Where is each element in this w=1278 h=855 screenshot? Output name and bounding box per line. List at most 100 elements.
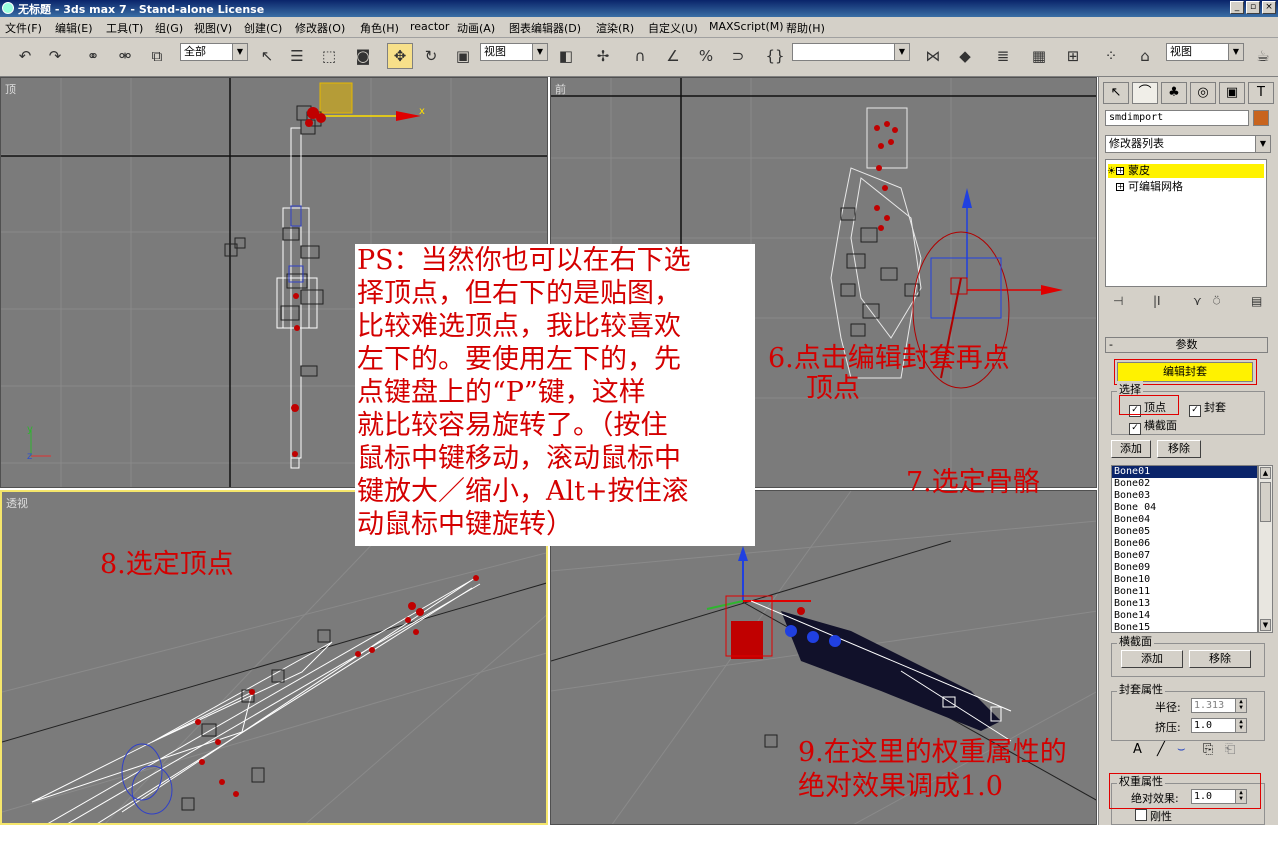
paste-icon[interactable]: ⎗	[1225, 742, 1235, 757]
reference-coord-dropdown[interactable]: 视图 ▼	[480, 43, 548, 61]
rect-selection-icon[interactable]: ⬚	[316, 43, 342, 69]
undo-icon[interactable]: ↶	[12, 43, 38, 69]
list-item[interactable]: Bone10	[1112, 574, 1257, 586]
object-name-field[interactable]: smdimport	[1105, 110, 1249, 126]
percent-snap-icon[interactable]: %	[693, 43, 719, 69]
render-view-dropdown[interactable]: 视图 ▼	[1166, 43, 1244, 61]
menu-tools[interactable]: 工具(T)	[106, 20, 143, 36]
spinner-arrows-icon[interactable]: ▲ ▼	[1235, 719, 1246, 732]
menu-help[interactable]: 帮助(H)	[786, 20, 825, 36]
copy-icon[interactable]: ⎘	[1203, 742, 1213, 757]
layer-manager-icon[interactable]: ≣	[990, 43, 1016, 69]
list-item[interactable]: Bone 04	[1112, 502, 1257, 514]
menu-rendering[interactable]: 渲染(R)	[596, 20, 634, 36]
viewport-label-top[interactable]: 顶	[5, 81, 16, 97]
redo-icon[interactable]: ↷	[42, 43, 68, 69]
squash-spinner[interactable]: 1.0 ▲ ▼	[1191, 718, 1247, 733]
rigid-checkbox[interactable]: 刚性	[1135, 808, 1172, 824]
pivot-center-icon[interactable]: ◧	[553, 43, 579, 69]
bone-list[interactable]: Bone01 Bone02 Bone03 Bone 04 Bone04 Bone…	[1111, 465, 1258, 633]
hierarchy-tab-icon[interactable]: ♣	[1161, 82, 1187, 104]
manipulate-icon[interactable]: ✢	[590, 43, 616, 69]
modifier-list-dropdown[interactable]: 修改器列表 ▼	[1105, 135, 1271, 153]
remove-bone-button[interactable]: 移除	[1157, 440, 1201, 458]
edit-named-selection-icon[interactable]: {}	[762, 43, 788, 69]
scale-icon[interactable]: ▣	[450, 43, 476, 69]
list-item[interactable]: Bone09	[1112, 562, 1257, 574]
stack-item-editable-mesh[interactable]: + 可编辑网格	[1108, 180, 1264, 194]
menu-maxscript[interactable]: MAXScript(M)	[709, 20, 784, 33]
menu-modifiers[interactable]: 修改器(O)	[295, 20, 345, 36]
remove-cross-section-button[interactable]: 移除	[1189, 650, 1251, 668]
bone-list-scrollbar[interactable]: ▲ ▼	[1258, 465, 1273, 633]
lightbulb-icon[interactable]: ☀	[1107, 165, 1116, 179]
selection-filter-dropdown[interactable]: 全部 ▼	[180, 43, 248, 61]
menu-animation[interactable]: 动画(A)	[457, 20, 495, 36]
menu-character[interactable]: 角色(H)	[360, 20, 399, 36]
make-unique-icon[interactable]: ⋎	[1193, 294, 1202, 308]
unlink-icon[interactable]: ⚮	[112, 43, 138, 69]
configure-sets-icon[interactable]: ▤	[1251, 294, 1262, 308]
list-item[interactable]: Bone02	[1112, 478, 1257, 490]
display-tab-icon[interactable]: ▣	[1219, 82, 1245, 104]
expand-icon[interactable]: +	[1116, 167, 1124, 175]
paint-brush-icon[interactable]: ╱	[1157, 742, 1165, 757]
utilities-tab-icon[interactable]: T	[1248, 82, 1274, 104]
modify-tab-icon[interactable]: ⌒	[1132, 82, 1158, 104]
viewport-label-front[interactable]: 前	[555, 81, 566, 97]
window-crossing-icon[interactable]: ◙	[350, 43, 376, 69]
snap-toggle-icon[interactable]: ∩	[627, 43, 653, 69]
motion-tab-icon[interactable]: ◎	[1190, 82, 1216, 104]
radius-spinner[interactable]: 1.313 ▲ ▼	[1191, 698, 1247, 713]
material-editor-icon[interactable]: ⁘	[1098, 43, 1124, 69]
list-item[interactable]: Bone07	[1112, 550, 1257, 562]
list-item[interactable]: Bone13	[1112, 598, 1257, 610]
list-item[interactable]: Bone05	[1112, 526, 1257, 538]
menu-graph-editors[interactable]: 图表编辑器(D)	[509, 20, 581, 36]
remove-modifier-icon[interactable]: ⍥	[1213, 294, 1220, 309]
viewport-label-perspective[interactable]: 透视	[6, 495, 28, 511]
expand-icon[interactable]: +	[1116, 183, 1124, 191]
spinner-arrows-icon[interactable]: ▲ ▼	[1235, 699, 1246, 712]
rotate-icon[interactable]: ↻	[418, 43, 444, 69]
list-item[interactable]: Bone03	[1112, 490, 1257, 502]
menu-customize[interactable]: 自定义(U)	[648, 20, 698, 36]
cross-sections-checkbox[interactable]: ✓ 横截面	[1129, 417, 1177, 435]
object-color-swatch[interactable]	[1253, 110, 1269, 126]
stack-item-skin[interactable]: ☀ + 蒙皮	[1107, 164, 1264, 179]
select-link-icon[interactable]: ⚭	[80, 43, 106, 69]
close-button[interactable]: ×	[1262, 1, 1276, 14]
select-object-icon[interactable]: ↖	[254, 43, 280, 69]
maximize-button[interactable]: ▫	[1246, 1, 1260, 14]
menu-create[interactable]: 创建(C)	[244, 20, 282, 36]
list-item[interactable]: Bone15	[1112, 622, 1257, 632]
move-icon[interactable]: ✥	[387, 43, 413, 69]
falloff-curve-icon[interactable]: ⌣	[1177, 742, 1186, 757]
align-icon[interactable]: ◆	[952, 43, 978, 69]
list-item[interactable]: Bone11	[1112, 586, 1257, 598]
select-by-name-icon[interactable]: ☰	[284, 43, 310, 69]
mirror-icon[interactable]: ⋈	[920, 43, 946, 69]
bind-space-warp-icon[interactable]: ⧉	[144, 43, 170, 69]
list-item[interactable]: Bone04	[1112, 514, 1257, 526]
menu-group[interactable]: 组(G)	[155, 20, 183, 36]
minimize-button[interactable]: _	[1230, 1, 1244, 14]
add-bone-button[interactable]: 添加	[1111, 440, 1151, 458]
curve-editor-icon[interactable]: ▦	[1026, 43, 1052, 69]
scroll-thumb[interactable]	[1260, 482, 1271, 522]
pin-stack-icon[interactable]: ⊣	[1113, 294, 1123, 308]
spinner-snap-icon[interactable]: ⊃	[725, 43, 751, 69]
named-selection-dropdown[interactable]: ▼	[792, 43, 910, 61]
envelopes-checkbox[interactable]: ✓ 封套	[1189, 399, 1226, 417]
menu-edit[interactable]: 编辑(E)	[55, 20, 93, 36]
menu-file[interactable]: 文件(F)	[5, 20, 42, 36]
quick-render-icon[interactable]: ☕	[1250, 43, 1276, 69]
list-item[interactable]: Bone01	[1112, 466, 1257, 478]
menu-reactor[interactable]: reactor	[410, 20, 449, 33]
add-cross-section-button[interactable]: 添加	[1121, 650, 1183, 668]
list-item[interactable]: Bone06	[1112, 538, 1257, 550]
menu-views[interactable]: 视图(V)	[194, 20, 232, 36]
schematic-view-icon[interactable]: ⊞	[1060, 43, 1086, 69]
create-tab-icon[interactable]: ↖	[1103, 82, 1129, 104]
angle-snap-icon[interactable]: ∠	[660, 43, 686, 69]
